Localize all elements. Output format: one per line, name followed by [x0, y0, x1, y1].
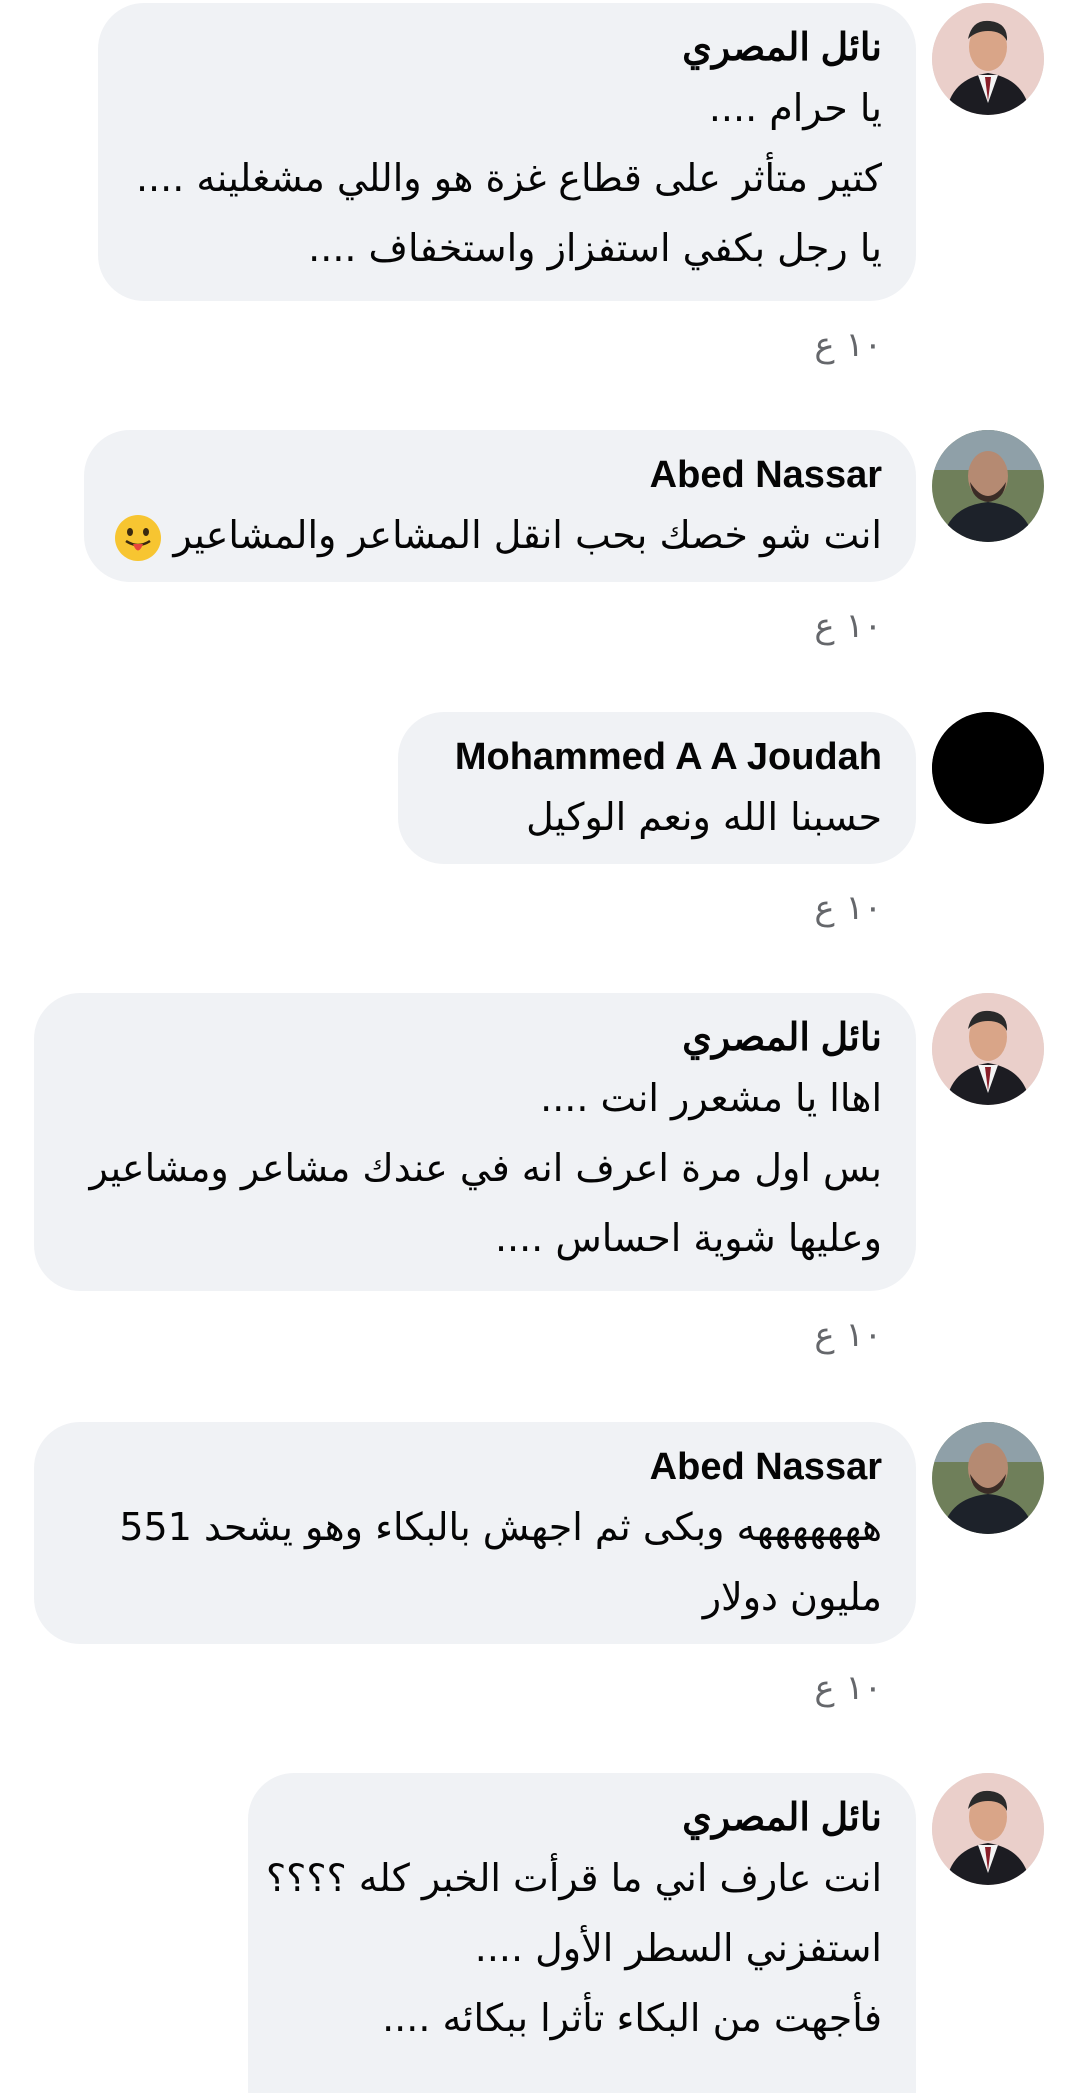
avatar[interactable] — [932, 430, 1044, 542]
comment-author[interactable]: Abed Nassar — [68, 1442, 882, 1492]
avatar-man-bald-icon — [932, 1422, 1044, 1534]
comment-bubble[interactable]: Mohammed A A Joudah حسبنا الله ونعم الوك… — [398, 712, 916, 864]
avatar[interactable] — [932, 712, 1044, 824]
avatar-man-suit-icon — [932, 3, 1044, 115]
avatar-man-suit-icon — [932, 993, 1044, 1105]
comment-bubble[interactable]: Abed Nassar هههههههه وبكى ثم اجهش بالبكا… — [34, 1422, 916, 1644]
comment-author[interactable]: نائل المصري — [132, 23, 882, 73]
comment-author[interactable]: Abed Nassar — [118, 450, 882, 500]
comment-author[interactable]: نائل المصري — [68, 1013, 882, 1063]
avatar-black-icon — [932, 712, 1044, 824]
comment-bubble[interactable]: نائل المصري يا حرام .... كتير متأثر على … — [98, 3, 916, 301]
comment-text-line: استفزني السطر الأول .... — [474, 1926, 882, 1970]
comment-timestamp[interactable]: ١٠ ع — [814, 606, 882, 646]
comment-text: انت شو خصك بحب انقل المشاعر والمشاعير — [173, 513, 882, 557]
comment-author[interactable]: نائل المصري — [282, 1793, 882, 1843]
comment-timestamp[interactable]: ١٠ ع — [814, 1315, 882, 1355]
comment-text-line: كتير متأثر على قطاع غزة هو واللي مشغلينه… — [135, 156, 882, 200]
tongue-out-emoji-icon — [115, 514, 162, 561]
avatar[interactable] — [932, 3, 1044, 115]
comment-text-line: مليون دولار — [702, 1575, 882, 1619]
comment-bubble[interactable]: نائل المصري انت عارف اني ما قرأت الخبر ك… — [248, 1773, 916, 2093]
comment-text-line: وعليها شوية احساس .... — [494, 1216, 882, 1260]
comment-text-line: انت عارف اني ما قرأت الخبر كله ؟؟؟؟ — [265, 1856, 882, 1900]
comment-author[interactable]: Mohammed A A Joudah — [432, 732, 882, 782]
comment-text-line: يا حرام .... — [708, 86, 882, 130]
avatar[interactable] — [932, 993, 1044, 1105]
avatar[interactable] — [932, 1773, 1044, 1885]
comment-text-line: هههههههه وبكى ثم اجهش بالبكاء وهو يشحد 5… — [119, 1505, 882, 1549]
avatar-man-suit-icon — [932, 1773, 1044, 1885]
comment-text-line: بس اول مرة اعرف انه في عندك مشاعر ومشاعي… — [89, 1146, 882, 1190]
comment-text-line: انت شو خصك بحب انقل المشاعر والمشاعير — [115, 500, 882, 570]
comment-text-line: اهاا يا مشعرر انت .... — [540, 1076, 882, 1120]
comment-text-line: يا رجل بكفي استفزاز واستخفاف .... — [308, 226, 882, 270]
comment-timestamp[interactable]: ١٠ ع — [814, 888, 882, 928]
comment-bubble[interactable]: نائل المصري اهاا يا مشعرر انت .... بس او… — [34, 993, 916, 1291]
comment-text-line: فأجهت من البكاء تأثرا ببكائه .... — [382, 1996, 882, 2040]
comment-timestamp[interactable]: ١٠ ع — [814, 1668, 882, 1708]
comment-text-line: حسبنا الله ونعم الوكيل — [526, 795, 882, 839]
avatar[interactable] — [932, 1422, 1044, 1534]
comment-timestamp[interactable]: ١٠ ع — [814, 325, 882, 365]
avatar-man-bald-icon — [932, 430, 1044, 542]
comment-bubble[interactable]: Abed Nassar انت شو خصك بحب انقل المشاعر … — [84, 430, 916, 582]
